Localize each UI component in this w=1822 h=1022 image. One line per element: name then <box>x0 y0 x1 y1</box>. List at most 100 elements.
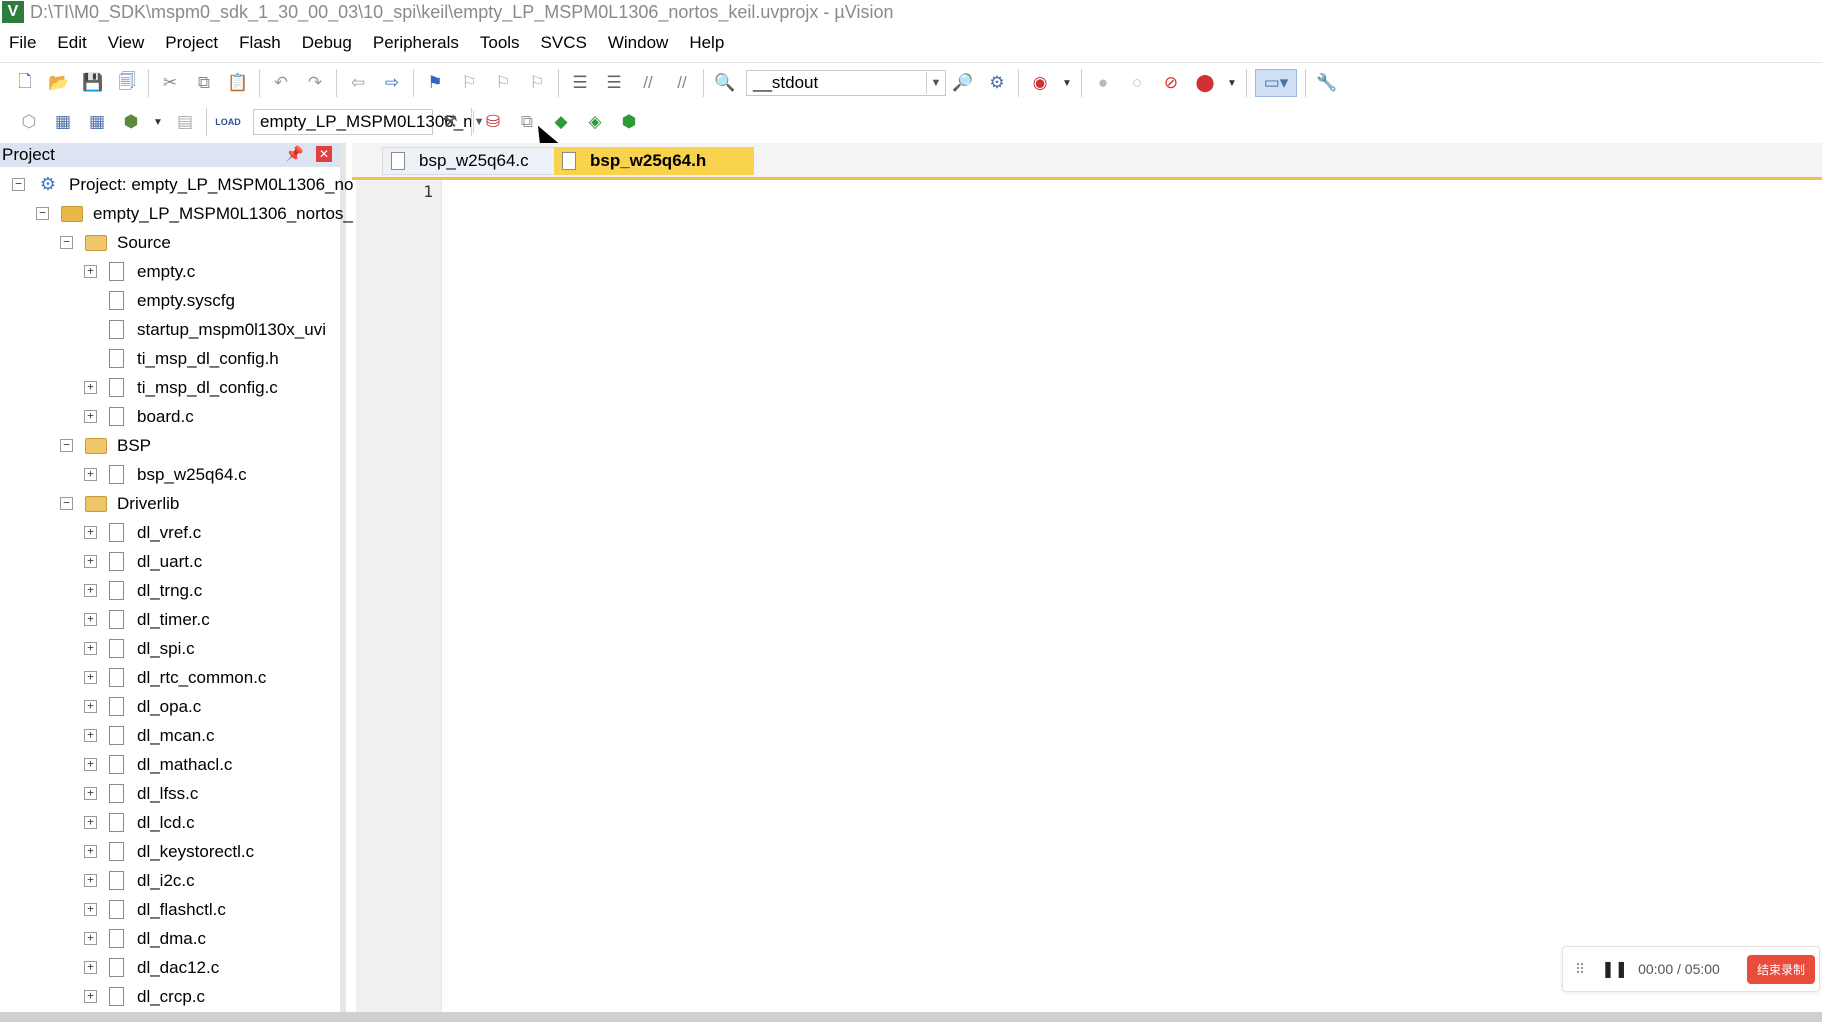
bookmark-toggle-icon[interactable]: ⚑ <box>422 70 448 96</box>
tree-item-file[interactable]: + dl_keystorectl.c <box>84 837 254 866</box>
collapse-toggle-icon[interactable]: − <box>60 439 73 452</box>
tree-item-file[interactable]: empty.syscfg <box>84 286 235 315</box>
pack-installer-icon[interactable]: ⬢ <box>616 109 642 135</box>
tree-item-folder[interactable]: − Source <box>60 228 171 257</box>
tree-item-target[interactable]: − empty_LP_MSPM0L1306_nortos_ <box>36 199 353 228</box>
menu-file[interactable]: File <box>0 33 48 53</box>
expand-toggle-icon[interactable]: + <box>84 961 97 974</box>
expand-toggle-icon[interactable]: + <box>84 381 97 394</box>
expand-toggle-icon[interactable]: + <box>84 990 97 1003</box>
configure-wrench-icon[interactable]: 🔧 <box>1314 70 1340 96</box>
expand-toggle-icon[interactable]: + <box>84 555 97 568</box>
menu-view[interactable]: View <box>99 33 157 53</box>
drag-handle-icon[interactable]: ⠿ <box>1575 961 1585 978</box>
tree-item-file[interactable]: + dl_crcp.c <box>84 982 205 1011</box>
target-combo[interactable]: empty_LP_MSPM0L1306_n ▼ <box>253 109 485 135</box>
expand-toggle-icon[interactable]: + <box>84 816 97 829</box>
tree-item-file[interactable]: + dl_lfss.c <box>84 779 198 808</box>
collapse-toggle-icon[interactable]: − <box>12 178 25 191</box>
tree-item-project[interactable]: − ⚙ Project: empty_LP_MSPM0L1306_no <box>12 170 353 199</box>
expand-toggle-icon[interactable]: + <box>84 613 97 626</box>
chevron-down-icon[interactable]: ▼ <box>1226 70 1238 96</box>
menu-edit[interactable]: Edit <box>48 33 98 53</box>
collapse-toggle-icon[interactable]: − <box>60 236 73 249</box>
pause-icon[interactable]: ❚❚ <box>1601 959 1628 979</box>
tab-bsp-w25q64-h[interactable]: bsp_w25q64.h <box>554 147 754 175</box>
menu-project[interactable]: Project <box>156 33 230 53</box>
navigate-forward-icon[interactable]: ⇨ <box>379 70 405 96</box>
rebuild-icon[interactable]: ▦ <box>84 109 110 135</box>
expand-toggle-icon[interactable]: + <box>84 584 97 597</box>
tree-item-file[interactable]: + ti_msp_dl_config.c <box>84 373 278 402</box>
tree-item-file[interactable]: + dl_i2c.c <box>84 866 195 895</box>
expand-toggle-icon[interactable]: + <box>84 642 97 655</box>
tree-item-file[interactable]: + dl_vref.c <box>84 518 201 547</box>
manage-rte-icon[interactable]: ◈ <box>582 109 608 135</box>
tree-item-file[interactable]: + dl_spi.c <box>84 634 195 663</box>
find-icon[interactable]: 🔎 <box>950 70 976 96</box>
copy-icon[interactable]: ⧉ <box>191 70 217 96</box>
tree-item-file[interactable]: startup_mspm0l130x_uvi <box>84 315 326 344</box>
build-icon[interactable]: ▦ <box>50 109 76 135</box>
expand-toggle-icon[interactable]: + <box>84 265 97 278</box>
stop-recording-button[interactable]: 结束录制 <box>1746 954 1815 984</box>
new-file-icon[interactable]: 🗋 <box>12 70 38 96</box>
tree-item-file[interactable]: + dl_mathacl.c <box>84 750 232 779</box>
expand-toggle-icon[interactable]: + <box>84 468 97 481</box>
tree-item-file[interactable]: + dl_lcd.c <box>84 808 195 837</box>
pin-icon[interactable]: 📌 <box>285 145 304 163</box>
enable-breakpoint-icon[interactable]: ○ <box>1124 70 1150 96</box>
menu-help[interactable]: Help <box>680 33 736 53</box>
find-in-files-icon[interactable]: 🔍 <box>712 70 738 96</box>
tab-bsp-w25q64-c[interactable]: bsp_w25q64.c <box>382 147 562 175</box>
tree-item-file[interactable]: + dl_uart.c <box>84 547 202 576</box>
navigate-back-icon[interactable]: ⇦ <box>345 70 371 96</box>
file-extensions-icon[interactable]: ⛁ <box>480 109 506 135</box>
incremental-find-icon[interactable]: ⚙ <box>984 70 1010 96</box>
open-folder-icon[interactable]: 📂 <box>46 70 72 96</box>
bookmark-next-icon[interactable]: ⚐ <box>490 70 516 96</box>
tree-item-file[interactable]: + dl_dma.c <box>84 924 206 953</box>
insert-breakpoint-icon[interactable]: ● <box>1090 70 1116 96</box>
expand-toggle-icon[interactable]: + <box>84 874 97 887</box>
cut-icon[interactable]: ✂ <box>157 70 183 96</box>
find-combo[interactable]: __stdout ▼ <box>746 70 946 96</box>
expand-toggle-icon[interactable]: + <box>84 845 97 858</box>
window-layout-icon[interactable]: ▭▾ <box>1255 69 1297 97</box>
menu-flash[interactable]: Flash <box>230 33 293 53</box>
menu-debug[interactable]: Debug <box>293 33 364 53</box>
uncomment-icon[interactable]: // <box>669 70 695 96</box>
unindent-icon[interactable]: ☰ <box>601 70 627 96</box>
save-all-icon[interactable]: 🗐 <box>114 70 140 96</box>
tree-item-file[interactable]: ti_msp_dl_config.h <box>84 344 279 373</box>
expand-toggle-icon[interactable]: + <box>84 410 97 423</box>
tree-item-file[interactable]: + dl_trng.c <box>84 576 202 605</box>
tree-item-folder[interactable]: − Driverlib <box>60 489 179 518</box>
code-editor[interactable] <box>442 180 1822 1013</box>
menu-window[interactable]: Window <box>599 33 680 53</box>
expand-toggle-icon[interactable]: + <box>84 671 97 684</box>
chevron-down-icon[interactable]: ▼ <box>1061 70 1073 96</box>
menu-tools[interactable]: Tools <box>471 33 532 53</box>
menu-peripherals[interactable]: Peripherals <box>364 33 471 53</box>
bookmark-prev-icon[interactable]: ⚐ <box>456 70 482 96</box>
tree-item-file[interactable]: + bsp_w25q64.c <box>84 460 247 489</box>
translate-icon[interactable]: ⬡ <box>16 109 42 135</box>
save-icon[interactable]: 💾 <box>80 70 106 96</box>
expand-toggle-icon[interactable]: + <box>84 903 97 916</box>
comment-icon[interactable]: // <box>635 70 661 96</box>
tree-item-file[interactable]: + dl_flashctl.c <box>84 895 226 924</box>
expand-toggle-icon[interactable]: + <box>84 758 97 771</box>
tree-item-file[interactable]: + empty.c <box>84 257 195 286</box>
tree-item-file[interactable]: + dl_dac12.c <box>84 953 219 982</box>
redo-icon[interactable]: ↷ <box>302 70 328 96</box>
expand-toggle-icon[interactable]: + <box>84 932 97 945</box>
tree-item-file[interactable]: + dl_opa.c <box>84 692 201 721</box>
chevron-down-icon[interactable]: ▼ <box>926 72 945 94</box>
target-options-icon[interactable]: ⚒ <box>437 109 463 135</box>
undo-icon[interactable]: ↶ <box>268 70 294 96</box>
close-icon[interactable]: ✕ <box>316 146 332 162</box>
tree-item-file[interactable]: + board.c <box>84 402 194 431</box>
collapse-toggle-icon[interactable]: − <box>36 207 49 220</box>
bookmark-clear-icon[interactable]: ⚐ <box>524 70 550 96</box>
